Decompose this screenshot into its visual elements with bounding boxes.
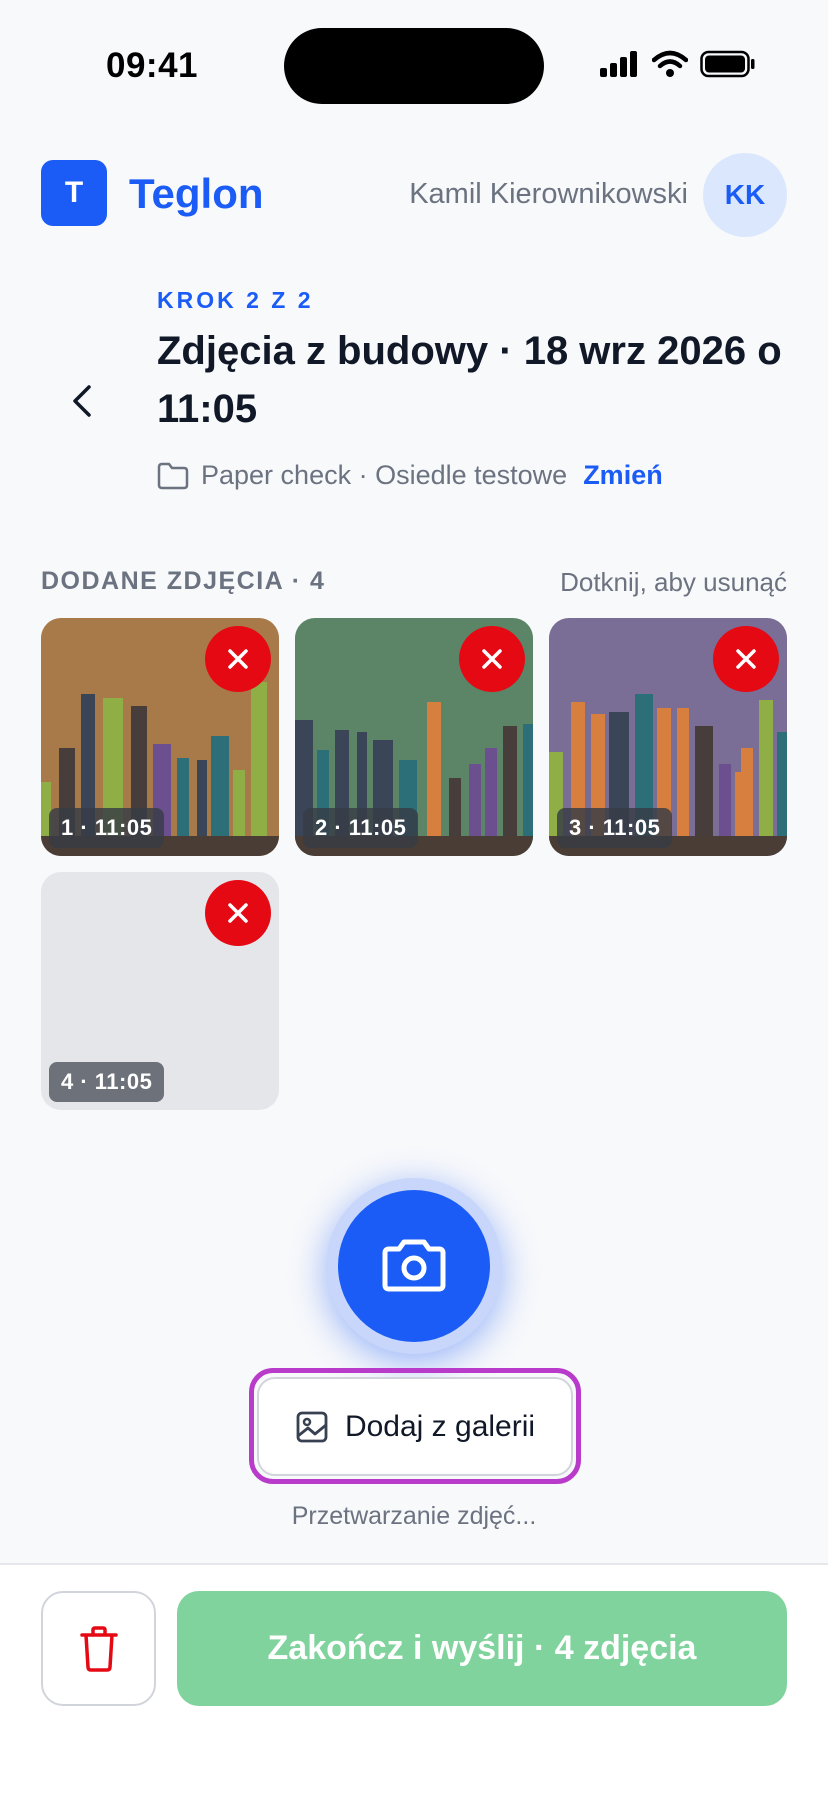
gallery-button-label: Dodaj z galerii bbox=[344, 1409, 536, 1443]
app-header: T Teglon Kamil Kierownikowski KK bbox=[0, 153, 828, 237]
wifi-icon bbox=[652, 50, 688, 77]
status-bar: 09:41 bbox=[0, 0, 828, 132]
step-label: KROK 2 Z 2 bbox=[157, 287, 314, 313]
remove-photo-button[interactable] bbox=[205, 626, 271, 692]
delete-button[interactable] bbox=[41, 1591, 156, 1706]
photo-thumbnail-4[interactable]: 4 · 11:05 bbox=[41, 872, 279, 1110]
folder-icon bbox=[157, 462, 189, 489]
change-project-link[interactable]: Zmień bbox=[583, 460, 663, 491]
close-icon bbox=[736, 649, 756, 669]
app-logo: T bbox=[41, 160, 107, 226]
camera-button[interactable] bbox=[338, 1190, 490, 1342]
camera-icon bbox=[382, 1239, 446, 1292]
photo-label: 3 · 11:05 bbox=[557, 808, 673, 848]
avatar[interactable]: KK bbox=[703, 153, 787, 237]
photo-thumbnail-3[interactable]: 3 · 11:05 bbox=[549, 618, 787, 856]
remove-photo-button[interactable] bbox=[459, 626, 525, 692]
photo-thumbnail-2[interactable]: 2 · 11:05 bbox=[295, 618, 533, 856]
user-name: Kamil Kierownikowski bbox=[409, 178, 688, 210]
remove-photo-button[interactable] bbox=[713, 626, 779, 692]
signal-icon bbox=[600, 51, 637, 77]
page-title: Zdjęcia z budowy · 18 wrz 2026 o 11:05 bbox=[157, 329, 782, 431]
submit-button[interactable]: Zakończ i wyślij · 4 zdjęcia bbox=[177, 1591, 787, 1706]
dynamic-island bbox=[284, 28, 544, 104]
photos-heading: DODANE ZDJĘCIA · 4 bbox=[41, 567, 326, 595]
battery-icon bbox=[700, 50, 755, 78]
photo-label: 2 · 11:05 bbox=[303, 808, 419, 848]
photo-thumbnail-1[interactable]: 1 · 11:05 bbox=[41, 618, 279, 856]
app-name: Teglon bbox=[129, 170, 264, 217]
photo-label: 1 · 11:05 bbox=[49, 808, 165, 848]
close-icon bbox=[482, 649, 502, 669]
status-icons bbox=[600, 50, 756, 78]
close-icon bbox=[228, 649, 248, 669]
close-icon bbox=[228, 903, 248, 923]
photos-hint: Dotknij, aby usunąć bbox=[560, 567, 787, 597]
trash-icon bbox=[79, 1625, 118, 1672]
remove-photo-button[interactable] bbox=[205, 880, 271, 946]
image-icon bbox=[296, 1411, 328, 1442]
photo-label: 4 · 11:05 bbox=[49, 1062, 165, 1102]
project-name: Paper check · Osiedle testowe bbox=[201, 460, 568, 490]
chevron-left-icon bbox=[73, 385, 91, 417]
processing-status: Przetwarzanie zdjęć... bbox=[291, 1502, 537, 1530]
add-from-gallery-button[interactable]: Dodaj z galerii bbox=[257, 1377, 573, 1476]
back-button[interactable] bbox=[60, 374, 104, 428]
project-row: Paper check · Osiedle testowe Zmień bbox=[157, 460, 663, 491]
status-time: 09:41 bbox=[106, 46, 199, 85]
